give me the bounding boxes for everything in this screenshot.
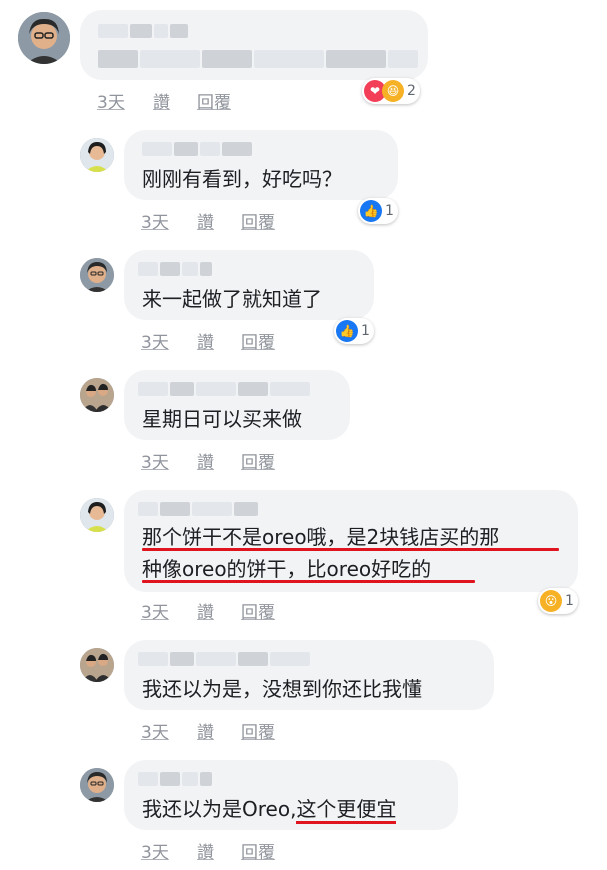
comment-text-underlined: 这个更便宜 (296, 797, 397, 824)
commenter-name-blurred[interactable] (98, 24, 190, 38)
reaction-summary[interactable]: 👍 1 (358, 198, 398, 224)
reply-button[interactable]: 回覆 (241, 208, 275, 233)
like-button[interactable]: 讚 (197, 718, 214, 743)
like-icon: 👍 (336, 320, 358, 342)
commenter-name-blurred[interactable] (138, 502, 260, 516)
comment-bubble: 来一起做了就知道了 (124, 250, 374, 320)
comment-bubble: 刚刚有看到，好吃吗？ (124, 130, 398, 200)
reply-button[interactable]: 回覆 (241, 718, 275, 743)
comment-text-part: 我还以为是Oreo, (142, 797, 297, 821)
reaction-summary[interactable]: 😮 1 (538, 588, 578, 614)
comment-time[interactable]: 3天 (141, 328, 169, 353)
comment-bubble: 那个饼干不是oreo哦，是2块钱店买的那 种像oreo的饼干，比oreo好吃的 (124, 490, 578, 592)
like-button[interactable]: 讚 (197, 208, 214, 233)
like-button[interactable]: 讚 (197, 838, 214, 863)
comment-text: 我还以为是，没想到你还比我懂 (142, 677, 422, 701)
like-icon: 👍 (360, 200, 382, 222)
commenter-name-blurred[interactable] (138, 772, 214, 786)
reply-button[interactable]: 回覆 (241, 328, 275, 353)
avatar[interactable] (80, 498, 114, 532)
comment-bubble: 我还以为是，没想到你还比我懂 (124, 640, 494, 710)
wow-icon: 😮 (540, 590, 562, 612)
comment-time[interactable]: 3天 (141, 208, 169, 233)
like-button[interactable]: 讚 (197, 598, 214, 623)
reaction-count: 1 (361, 323, 370, 339)
reply-button[interactable]: 回覆 (241, 598, 275, 623)
avatar[interactable] (80, 768, 114, 802)
comment-text: 我还以为是Oreo,这个更便宜 (142, 792, 397, 826)
haha-icon: 😆 (382, 80, 404, 102)
commenter-name-blurred[interactable] (138, 652, 312, 666)
avatar[interactable] (80, 378, 114, 412)
reaction-count: 2 (407, 83, 416, 99)
comment-text-blurred (98, 50, 420, 68)
reply-button[interactable]: 回覆 (241, 838, 275, 863)
comment-text: 刚刚有看到，好吃吗？ (142, 167, 342, 191)
reaction-count: 1 (565, 593, 574, 609)
commenter-name-blurred[interactable] (142, 142, 254, 156)
commenter-name-blurred[interactable] (138, 262, 214, 276)
like-button[interactable]: 讚 (197, 448, 214, 473)
reply-button[interactable]: 回覆 (241, 448, 275, 473)
commenter-name-blurred[interactable] (138, 382, 312, 396)
avatar[interactable] (80, 138, 114, 172)
red-underline (142, 548, 559, 551)
like-button[interactable]: 讚 (197, 328, 214, 353)
comment-time[interactable]: 3天 (141, 448, 169, 473)
comment-time[interactable]: 3天 (141, 598, 169, 623)
avatar[interactable] (18, 12, 70, 64)
comment-text: 来一起做了就知道了 (142, 287, 322, 311)
comment-time[interactable]: 3天 (141, 838, 169, 863)
reaction-summary[interactable]: ❤ 😆 2 (362, 78, 420, 104)
avatar[interactable] (80, 258, 114, 292)
comment-bubble: 星期日可以买来做 (124, 370, 350, 440)
comment-bubble (80, 10, 428, 80)
red-underline (142, 580, 475, 583)
reply-button[interactable]: 回覆 (197, 88, 231, 113)
comment-bubble: 我还以为是Oreo,这个更便宜 (124, 760, 458, 830)
avatar[interactable] (80, 648, 114, 682)
comment-time[interactable]: 3天 (141, 718, 169, 743)
comment-time[interactable]: 3天 (97, 88, 125, 113)
reaction-count: 1 (385, 203, 394, 219)
like-button[interactable]: 讚 (153, 88, 170, 113)
reaction-summary[interactable]: 👍 1 (334, 318, 374, 344)
comment-text: 星期日可以买来做 (142, 407, 302, 431)
